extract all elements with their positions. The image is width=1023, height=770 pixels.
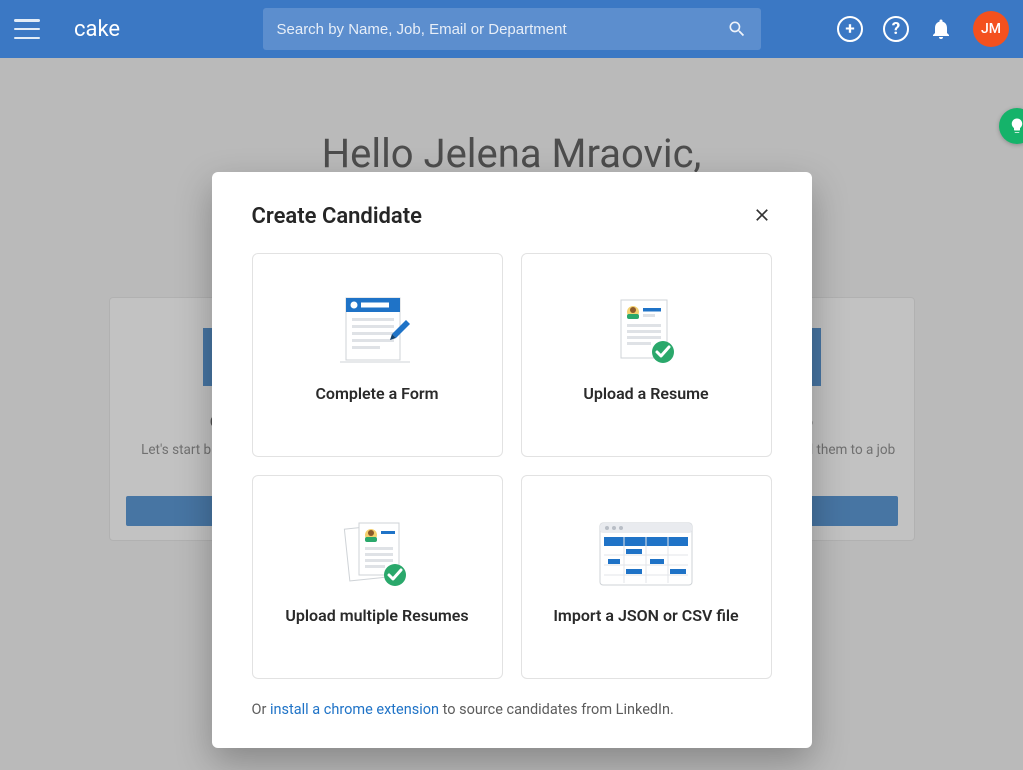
notifications-button[interactable]	[929, 17, 953, 41]
menu-button[interactable]	[14, 19, 40, 39]
option-label: Complete a Form	[315, 384, 438, 403]
multi-resume-icon	[331, 514, 423, 596]
modal-title: Create Candidate	[252, 204, 422, 229]
option-label: Import a JSON or CSV file	[553, 606, 738, 625]
bell-icon	[929, 17, 953, 41]
close-icon	[752, 205, 772, 225]
option-upload-multiple[interactable]: Upload multiple Resumes	[252, 475, 503, 679]
close-button[interactable]	[752, 205, 772, 229]
search-icon	[727, 19, 747, 39]
help-button[interactable]: ?	[883, 16, 909, 42]
spreadsheet-icon	[594, 514, 698, 596]
resume-icon	[603, 292, 689, 374]
bulb-icon	[1008, 117, 1023, 135]
brand-label: cake	[74, 17, 120, 42]
foot-prefix: Or	[252, 701, 271, 718]
option-complete-form[interactable]: Complete a Form	[252, 253, 503, 457]
option-label: Upload a Resume	[583, 384, 708, 403]
chrome-extension-link[interactable]: install a chrome extension	[270, 701, 439, 718]
option-import-file[interactable]: Import a JSON or CSV file	[521, 475, 772, 679]
top-bar: cake + ? JM	[0, 0, 1023, 58]
modal-header: Create Candidate	[252, 204, 772, 229]
foot-suffix: to source candidates from LinkedIn.	[439, 701, 674, 718]
top-right-actions: + ? JM	[837, 11, 1009, 47]
option-upload-resume[interactable]: Upload a Resume	[521, 253, 772, 457]
form-icon	[334, 292, 420, 374]
create-candidate-modal: Create Candidate	[212, 172, 812, 748]
add-button[interactable]: +	[837, 16, 863, 42]
search-box[interactable]	[263, 8, 761, 50]
user-avatar[interactable]: JM	[973, 11, 1009, 47]
search-input[interactable]	[277, 21, 727, 38]
option-label: Upload multiple Resumes	[285, 606, 468, 625]
modal-footer: Or install a chrome extension to source …	[252, 701, 772, 718]
modal-options: Complete a Form	[252, 253, 772, 679]
